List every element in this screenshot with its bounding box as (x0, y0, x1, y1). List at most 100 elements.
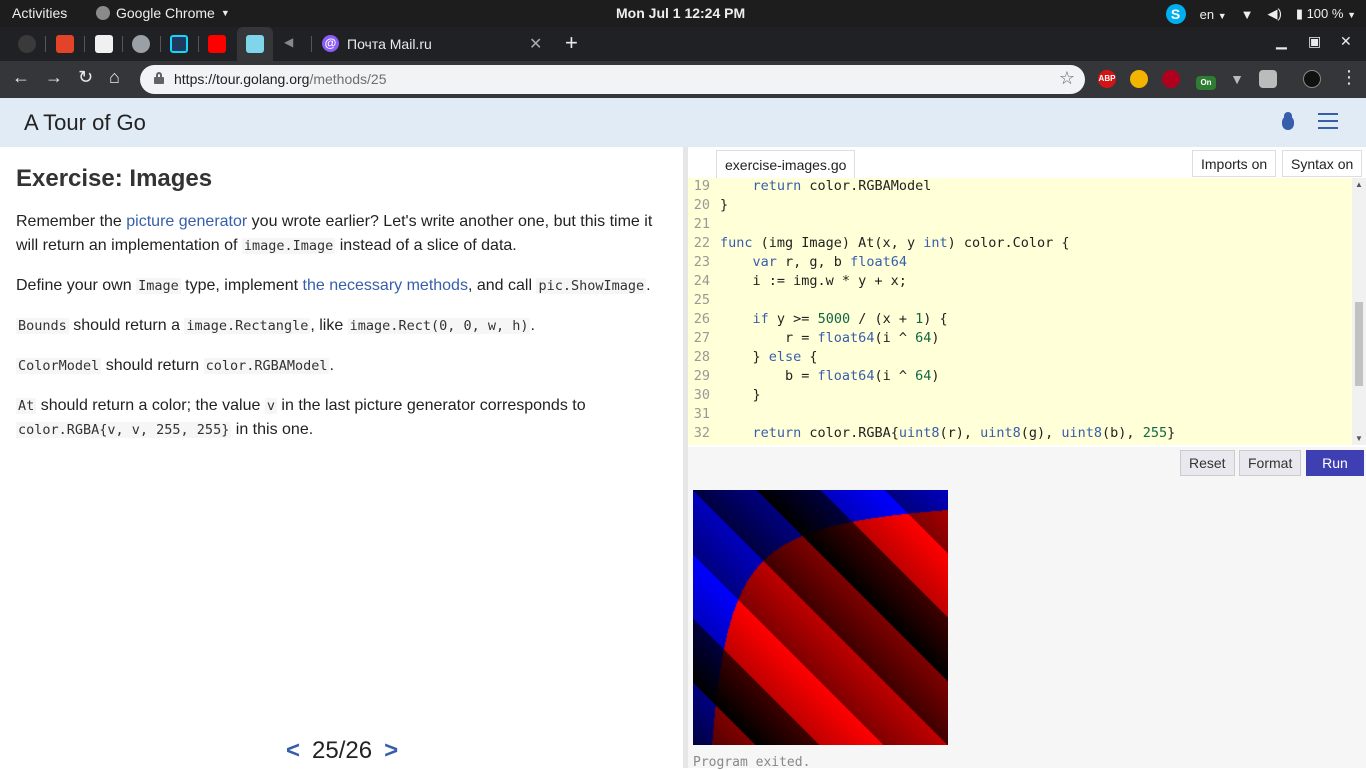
scrollbar-thumb[interactable] (1355, 302, 1363, 386)
lock-icon[interactable] (154, 72, 164, 84)
code-line[interactable]: b = float64(i ^ 64) (720, 368, 939, 384)
system-top-bar: Activities Google Chrome ▼ Mon Jul 1 12:… (0, 0, 1366, 27)
paw-extension-icon[interactable] (1130, 70, 1148, 88)
code-editor[interactable]: 19 return color.RGBAModel 20} 21 22 func (im… (688, 178, 1352, 445)
tour-header: A Tour of Go (0, 98, 1366, 147)
activities-button[interactable]: Activities (12, 5, 67, 21)
code-line[interactable]: if y >= 5000 / (x + 1) { (720, 311, 948, 327)
maximize-icon[interactable]: ▣ (1308, 33, 1321, 50)
muted-audio-icon[interactable]: ◀ (284, 35, 302, 53)
new-tab-button[interactable]: + (565, 30, 578, 56)
editor-scrollbar[interactable]: ▲ ▼ (1352, 178, 1366, 445)
next-page-button[interactable]: > (384, 737, 398, 765)
gitlab-tab-icon[interactable] (56, 35, 74, 53)
line-number: 31 (693, 406, 710, 422)
lesson-heading: Exercise: Images (16, 165, 213, 192)
line-number: 32 (693, 425, 710, 441)
code-line[interactable]: } else { (720, 349, 818, 365)
code-line[interactable]: i := img.w * y + x; (720, 273, 907, 289)
chrome-menu-icon[interactable]: ⋮ (1340, 67, 1358, 88)
lesson-paragraph-5: At should return a color; the value v in… (16, 397, 586, 438)
clock[interactable]: Mon Jul 1 12:24 PM (616, 5, 745, 21)
code-line[interactable]: } (720, 387, 761, 403)
prev-page-button[interactable]: < (286, 737, 300, 765)
bug-icon[interactable] (1279, 112, 1297, 132)
program-output: Program exited. (688, 479, 1366, 770)
lesson-paragraph-4: ColorModel should return color.RGBAModel… (16, 357, 334, 374)
chrome-app-icon (96, 6, 110, 20)
reset-button[interactable]: Reset (1180, 450, 1235, 476)
line-number: 19 (693, 178, 710, 194)
lesson-paragraph-3: Bounds should return a image.Rectangle, … (16, 317, 535, 334)
battery-indicator[interactable]: ▮ 100 % ▼ (1296, 6, 1356, 22)
pager: < 25/26 > (286, 737, 398, 765)
run-button[interactable]: Run (1306, 450, 1364, 476)
scroll-up-icon[interactable]: ▲ (1355, 180, 1363, 189)
minimize-icon[interactable]: ▁ (1276, 33, 1287, 50)
line-number: 30 (693, 387, 710, 403)
address-bar[interactable]: https://tour.golang.org/methods/25 ☆ (140, 65, 1085, 94)
imports-toggle-button[interactable]: Imports on (1192, 150, 1277, 177)
code-line[interactable]: } (720, 197, 728, 213)
system-tray[interactable]: S en ▼ ▼ ◀) ▮ 100 % ▼ (1165, 4, 1356, 24)
tab-mail-ru[interactable]: @ Почта Mail.ru (322, 35, 432, 52)
app-name: Google Chrome (116, 5, 215, 21)
code-line[interactable]: var r, g, b float64 (720, 254, 907, 270)
adblock-extension-icon[interactable]: ABP (1098, 70, 1116, 88)
format-button[interactable]: Format (1239, 450, 1302, 476)
back-icon[interactable]: ← (12, 67, 30, 88)
menu-icon[interactable] (1318, 113, 1338, 129)
line-number: 29 (693, 368, 710, 384)
mail-ru-icon: @ (322, 35, 339, 52)
url-text[interactable]: https://tour.golang.org/methods/25 (174, 71, 387, 87)
line-number: 28 (693, 349, 710, 365)
tab-title: Почта Mail.ru (347, 35, 432, 52)
lesson-paragraph-2: Define your own Image type, implement th… (16, 277, 651, 294)
tab-go-tour[interactable] (237, 27, 273, 61)
ladybug-extension-icon[interactable] (1162, 70, 1180, 88)
line-number: 25 (693, 292, 710, 308)
close-tab-icon[interactable]: ✕ (529, 34, 542, 54)
trello-tab-icon[interactable] (95, 35, 113, 53)
bookmark-star-icon[interactable]: ☆ (1059, 68, 1075, 89)
on-extension-icon[interactable]: On (1196, 76, 1216, 90)
code-line[interactable]: func (img Image) At(x, y int) color.Colo… (720, 235, 1070, 251)
picture-generator-link[interactable]: picture generator (126, 213, 247, 230)
line-number: 24 (693, 273, 710, 289)
page-position: 25/26 (312, 737, 373, 764)
home-icon[interactable]: ⌂ (109, 67, 120, 88)
tab-strip: ◀ @ Почта Mail.ru ✕ + ▁ ▣ ✕ (0, 27, 1366, 61)
forward-icon[interactable]: → (45, 67, 63, 88)
line-number: 22 (693, 235, 710, 251)
chevron-down-icon: ▼ (220, 8, 230, 18)
profile-avatar[interactable] (1303, 70, 1321, 88)
app-menu[interactable]: Google Chrome ▼ (96, 5, 230, 21)
gopher-tab-icon (246, 35, 264, 53)
syntax-toggle-button[interactable]: Syntax on (1282, 150, 1363, 177)
globe-tab-icon[interactable] (132, 35, 150, 53)
filter-extension-icon[interactable]: ▼ (1228, 70, 1246, 88)
volume-icon[interactable]: ◀) (1267, 6, 1281, 22)
site-title[interactable]: A Tour of Go (24, 110, 146, 136)
line-number: 21 (693, 216, 710, 232)
app-tab-icon[interactable] (170, 35, 188, 53)
github-tab-icon[interactable] (18, 35, 36, 53)
puzzle-extension-icon[interactable] (1259, 70, 1277, 88)
reload-icon[interactable]: ↻ (78, 67, 93, 88)
editor-button-row: Reset Format Run (688, 447, 1366, 479)
wifi-icon[interactable]: ▼ (1241, 7, 1254, 22)
file-tab[interactable]: exercise-images.go (716, 150, 856, 179)
line-number: 20 (693, 197, 710, 213)
line-number: 23 (693, 254, 710, 270)
language-indicator[interactable]: en ▼ (1200, 7, 1227, 22)
code-line[interactable]: r = float64(i ^ 64) (720, 330, 939, 346)
skype-icon[interactable]: S (1165, 4, 1186, 24)
code-line[interactable]: return color.RGBA{uint8(r), uint8(g), ui… (720, 425, 1176, 441)
necessary-methods-link[interactable]: the necessary methods (303, 277, 468, 294)
lesson-paragraph-1: Remember the picture generator you wrote… (16, 213, 653, 254)
code-line[interactable]: return color.RGBAModel (720, 178, 932, 194)
close-window-icon[interactable]: ✕ (1340, 33, 1352, 50)
browser-toolbar: ← → ↻ ⌂ https://tour.golang.org/methods/… (0, 61, 1366, 98)
youtube-tab-icon[interactable] (208, 35, 226, 53)
scroll-down-icon[interactable]: ▼ (1355, 434, 1363, 443)
